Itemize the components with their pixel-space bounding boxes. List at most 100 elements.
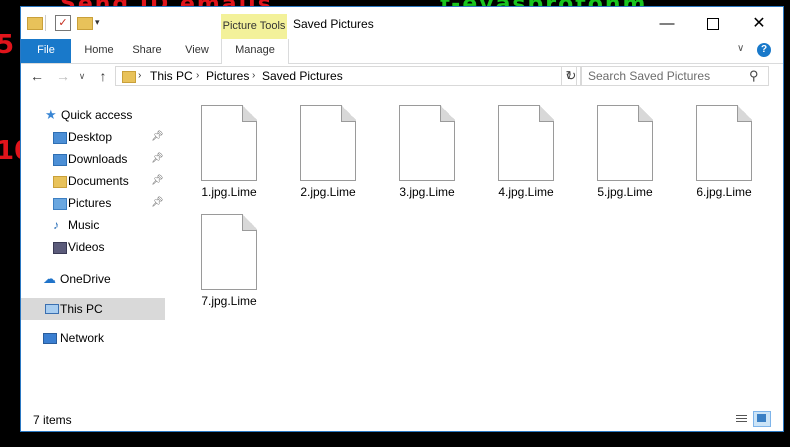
folder-icon bbox=[122, 71, 136, 83]
breadcrumb-saved-pictures[interactable]: Saved Pictures bbox=[262, 67, 343, 85]
tab-view[interactable]: View bbox=[177, 39, 217, 63]
sidebar-item-desktop[interactable]: Desktop 📌︎ bbox=[21, 126, 165, 148]
maximize-icon bbox=[707, 18, 719, 31]
recent-locations-button[interactable]: ∨ bbox=[75, 67, 89, 85]
help-button[interactable]: ? bbox=[757, 43, 771, 57]
file-explorer-window: ✓ ▾ Picture Tools Saved Pictures — ✕ Fil… bbox=[20, 6, 784, 432]
sidebar-item-music[interactable]: ♪ Music bbox=[21, 214, 165, 236]
file-item[interactable]: 3.jpg.Lime bbox=[379, 95, 465, 199]
file-list: 1.jpg.Lime 2.jpg.Lime 3.jpg.Lime 4.jpg.L… bbox=[181, 95, 781, 415]
sidebar-item-label: Pictures bbox=[68, 196, 112, 210]
file-name: 3.jpg.Lime bbox=[399, 185, 455, 199]
sidebar-item-label: OneDrive bbox=[60, 272, 111, 286]
file-icon-fold bbox=[638, 105, 653, 122]
sidebar-item-downloads[interactable]: Downloads 📌︎ bbox=[21, 148, 165, 170]
file-item[interactable]: 4.jpg.Lime bbox=[478, 95, 564, 199]
pin-icon[interactable]: 📌︎ bbox=[151, 192, 164, 214]
file-icon-fold bbox=[242, 105, 257, 122]
documents-icon bbox=[53, 176, 67, 188]
file-name: 7.jpg.Lime bbox=[201, 294, 257, 308]
sidebar-item-label: Network bbox=[60, 331, 105, 345]
details-view-icon bbox=[736, 415, 747, 416]
sidebar-item-documents[interactable]: Documents 📌︎ bbox=[21, 170, 165, 192]
chevron-right-icon[interactable]: › bbox=[252, 67, 255, 85]
picture-tools-context-tab: Picture Tools bbox=[221, 14, 287, 39]
file-item[interactable]: 2.jpg.Lime bbox=[280, 95, 366, 199]
pin-icon[interactable]: 📌︎ bbox=[151, 126, 164, 148]
file-item[interactable]: 5.jpg.Lime bbox=[577, 95, 663, 199]
file-icon-fold bbox=[440, 105, 455, 122]
sidebar-item-quick-access[interactable]: ★ Quick access bbox=[21, 104, 165, 126]
address-row: ← → ∨ ↑ › This PC › Pictures › Saved Pic… bbox=[21, 64, 783, 88]
back-button[interactable]: ← bbox=[27, 67, 47, 85]
minimize-button[interactable]: — bbox=[647, 13, 687, 35]
file-item[interactable]: 1.jpg.Lime bbox=[181, 95, 267, 199]
sidebar-item-label: Desktop bbox=[68, 130, 113, 144]
large-icons-view-button[interactable] bbox=[753, 411, 771, 427]
background-text-fragment: 5 bbox=[0, 30, 15, 60]
window-title: Saved Pictures bbox=[293, 17, 374, 31]
file-name: 6.jpg.Lime bbox=[696, 185, 752, 199]
file-name: 1.jpg.Lime bbox=[201, 185, 257, 199]
search-input[interactable] bbox=[581, 66, 769, 86]
details-view-button[interactable] bbox=[733, 411, 751, 427]
tab-file[interactable]: File bbox=[21, 39, 71, 63]
desktop-icon bbox=[53, 132, 67, 144]
close-button[interactable]: ✕ bbox=[739, 13, 779, 35]
sidebar-item-network[interactable]: Network bbox=[21, 327, 165, 349]
ribbon-tabs: File Home Share View Manage ∨ ? bbox=[21, 39, 783, 64]
sidebar-item-label: Documents bbox=[68, 174, 129, 188]
properties-icon[interactable]: ✓ bbox=[55, 15, 71, 31]
new-folder-icon[interactable] bbox=[77, 17, 93, 30]
sidebar-item-label: Quick access bbox=[61, 108, 133, 122]
videos-icon bbox=[53, 242, 67, 254]
maximize-button[interactable] bbox=[693, 13, 733, 35]
file-item[interactable]: 7.jpg.Lime bbox=[181, 204, 267, 308]
chevron-down-icon[interactable]: ▾ bbox=[95, 15, 109, 29]
chevron-right-icon[interactable]: › bbox=[138, 67, 141, 85]
chevron-right-icon[interactable]: › bbox=[196, 67, 199, 85]
file-icon-fold bbox=[242, 214, 257, 231]
breadcrumb-pictures[interactable]: Pictures bbox=[206, 67, 249, 85]
sidebar-item-pictures[interactable]: Pictures 📌︎ bbox=[21, 192, 165, 214]
file-name: 5.jpg.Lime bbox=[597, 185, 653, 199]
sidebar-item-label: This PC bbox=[60, 302, 103, 316]
tab-share[interactable]: Share bbox=[127, 39, 167, 63]
breadcrumb-this-pc[interactable]: This PC bbox=[150, 67, 193, 85]
tab-home[interactable]: Home bbox=[77, 39, 121, 63]
title-bar: ✓ ▾ Picture Tools Saved Pictures — ✕ bbox=[21, 7, 783, 39]
computer-icon bbox=[45, 304, 59, 314]
file-item[interactable]: 6.jpg.Lime bbox=[676, 95, 762, 199]
sidebar-item-label: Music bbox=[68, 218, 100, 232]
up-button[interactable]: ↑ bbox=[93, 67, 113, 85]
folder-icon bbox=[27, 17, 43, 30]
file-icon-fold bbox=[737, 105, 752, 122]
sidebar-item-onedrive[interactable]: ☁ OneDrive bbox=[21, 268, 165, 290]
pin-icon[interactable]: 📌︎ bbox=[151, 170, 164, 192]
pin-icon[interactable]: 📌︎ bbox=[151, 148, 164, 170]
expand-ribbon-icon[interactable]: ∨ bbox=[737, 43, 744, 54]
address-bar[interactable]: › This PC › Pictures › Saved Pictures ∨ bbox=[115, 66, 577, 86]
forward-button[interactable]: → bbox=[53, 67, 73, 85]
star-icon: ★ bbox=[45, 107, 57, 122]
navigation-pane: ★ Quick access Desktop 📌︎ Downloads 📌︎ D… bbox=[21, 104, 165, 404]
status-bar: 7 items bbox=[21, 405, 783, 431]
music-icon: ♪ bbox=[53, 218, 59, 232]
cloud-icon: ☁ bbox=[43, 271, 56, 286]
file-name: 2.jpg.Lime bbox=[300, 185, 356, 199]
sidebar-item-videos[interactable]: Videos bbox=[21, 236, 165, 258]
file-icon-fold bbox=[539, 105, 554, 122]
file-name: 4.jpg.Lime bbox=[498, 185, 554, 199]
downloads-icon bbox=[53, 154, 67, 166]
network-icon bbox=[43, 333, 57, 344]
search-icon[interactable]: ⚲ bbox=[749, 68, 759, 84]
divider bbox=[45, 15, 46, 31]
sidebar-item-this-pc[interactable]: This PC bbox=[21, 298, 165, 320]
sidebar-item-label: Downloads bbox=[68, 152, 128, 166]
sidebar-item-label: Videos bbox=[68, 240, 105, 254]
tab-manage[interactable]: Manage bbox=[221, 39, 289, 64]
file-icon-fold bbox=[341, 105, 356, 122]
refresh-button[interactable]: ↻ bbox=[561, 66, 581, 86]
pictures-icon bbox=[53, 198, 67, 210]
item-count: 7 items bbox=[33, 413, 72, 427]
